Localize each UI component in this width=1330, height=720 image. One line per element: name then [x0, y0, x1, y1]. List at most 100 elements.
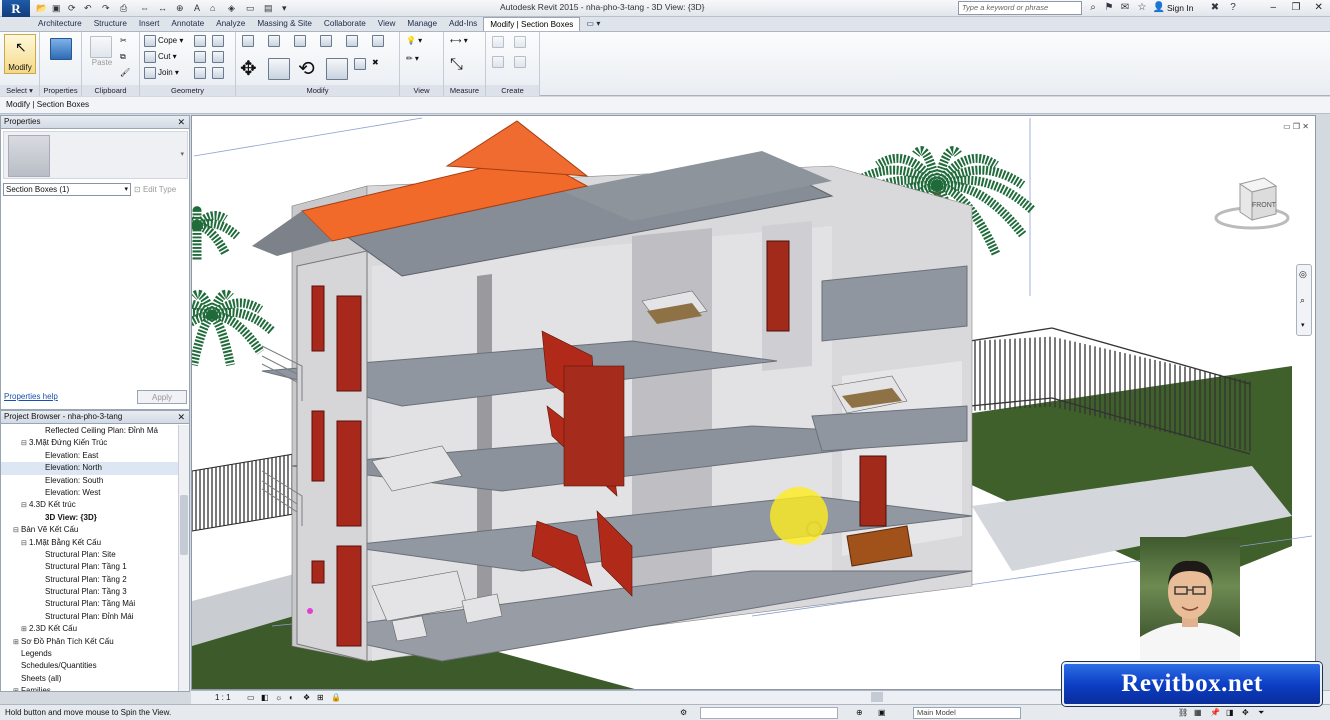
create-parts-icon[interactable]	[514, 36, 528, 48]
expand-icon[interactable]: ⊞	[21, 624, 29, 636]
search-input[interactable]: Type a keyword or phrase	[958, 1, 1082, 15]
qat-dropdown-icon[interactable]: ▾	[282, 2, 287, 14]
override-graphics-icon[interactable]: ✏ ▾	[406, 54, 419, 63]
create-group-icon[interactable]	[492, 56, 506, 68]
hide-in-view-icon[interactable]: 💡 ▾	[406, 36, 422, 45]
browser-item[interactable]: Elevation: North	[1, 462, 179, 475]
tab-modify-section-boxes[interactable]: Modify | Section Boxes	[483, 17, 581, 31]
mirror-draw-icon[interactable]	[320, 35, 334, 47]
browser-item[interactable]: Schedules/Quantities	[1, 660, 179, 672]
browser-item[interactable]: Reflected Ceiling Plan: Đỉnh Má	[1, 425, 179, 437]
beam-join-icon[interactable]	[194, 67, 208, 79]
favorites-icon[interactable]: ☆	[1135, 1, 1149, 15]
browser-item[interactable]: Structural Plan: Đỉnh Mái	[1, 611, 179, 623]
tab-view[interactable]: View	[372, 17, 402, 31]
steering-wheel-icon[interactable]: ◎	[1299, 269, 1307, 280]
dimension-icon[interactable]: ⤡	[450, 56, 463, 74]
detail-level-icon[interactable]: ▭	[247, 691, 255, 704]
redo-icon[interactable]: ↷	[102, 2, 110, 14]
align-icon[interactable]	[242, 35, 256, 47]
cut-clipboard-icon[interactable]: ✂	[120, 36, 127, 45]
browser-item[interactable]: Structural Plan: Tầng 1	[1, 561, 179, 573]
close-icon[interactable]: ✕	[1307, 0, 1330, 17]
type-dropdown-icon[interactable]: ▾	[180, 150, 184, 158]
browser-item[interactable]: ⊟ Bản Vẽ Kết Cấu	[1, 524, 179, 536]
dimension-qat-icon[interactable]: ↔	[158, 2, 167, 14]
close-icon[interactable]: ✕	[177, 116, 185, 128]
browser-item[interactable]: Structural Plan: Tầng 2	[1, 574, 179, 586]
close-hidden-icon[interactable]: ▭	[246, 2, 255, 14]
default-3d-icon[interactable]: ⌂	[210, 2, 215, 14]
offset-icon[interactable]	[268, 35, 282, 47]
browser-item[interactable]: Elevation: East	[1, 450, 179, 462]
browser-item[interactable]: Structural Plan: Tầng Mái	[1, 598, 179, 610]
user-icon[interactable]: 👤	[1152, 1, 1166, 15]
browser-item[interactable]: ⊟ 4.3D Kết trúc	[1, 499, 179, 511]
undo-icon[interactable]: ↶	[84, 2, 92, 14]
browser-item[interactable]: Legends	[1, 648, 179, 660]
properties-help-link[interactable]: Properties help	[4, 392, 58, 401]
tag-qat-icon[interactable]: ⊕	[176, 2, 184, 14]
remove-paint-icon[interactable]	[212, 67, 226, 79]
tab-analyze[interactable]: Analyze	[210, 17, 251, 31]
lock-view-icon[interactable]: 🔒	[331, 691, 341, 704]
delete-icon[interactable]: ✖	[372, 58, 379, 67]
render-icon[interactable]: ❖	[303, 691, 310, 704]
copy-clipboard-icon[interactable]: ⧉	[120, 52, 126, 62]
wall-joins-icon[interactable]	[194, 51, 208, 63]
select-underlay-icon[interactable]: ▦	[1194, 705, 1202, 720]
collapse-icon[interactable]: ⊟	[21, 438, 29, 450]
cope-button[interactable]: Cope ▾	[144, 35, 183, 47]
tab-architecture[interactable]: Architecture	[32, 17, 88, 31]
measure-qat-icon[interactable]: ⇔	[140, 2, 149, 14]
exchange-icon[interactable]: ✖	[1208, 1, 1222, 15]
scroll-thumb[interactable]	[180, 495, 188, 555]
join-button[interactable]: Join ▾	[144, 67, 179, 79]
browser-item[interactable]: ⊞ 2.3D Kết Cấu	[1, 623, 179, 635]
crop-view-icon[interactable]: ⊞	[317, 691, 324, 704]
select-links-icon[interactable]: ⛓	[1178, 705, 1188, 720]
expand-icon[interactable]: ⊞	[13, 686, 21, 691]
sync-icon[interactable]: ⟳	[68, 2, 76, 14]
zoom-icon[interactable]: ⌕	[1300, 295, 1305, 306]
select-pinned-icon[interactable]: 📌	[1210, 705, 1220, 720]
browser-item[interactable]: ⊞ Families	[1, 685, 179, 691]
array-icon[interactable]	[354, 58, 368, 70]
print-icon[interactable]: ⎙	[120, 2, 127, 14]
tab-add-ins[interactable]: Add-Ins	[443, 17, 483, 31]
text-qat-icon[interactable]: A	[194, 2, 200, 14]
browser-item[interactable]: Elevation: West	[1, 487, 179, 499]
drag-elements-icon[interactable]: ✥	[1242, 705, 1249, 720]
maximize-icon[interactable]: ❐	[1285, 0, 1308, 17]
copy-icon[interactable]	[268, 58, 292, 80]
shadows-icon[interactable]: ◐	[289, 691, 294, 704]
create-similar-icon[interactable]	[514, 56, 528, 68]
split-face-icon[interactable]	[194, 35, 208, 47]
apply-button[interactable]: Apply	[137, 390, 187, 404]
switch-windows-icon[interactable]: ▤	[264, 2, 273, 14]
trim-icon[interactable]	[326, 58, 350, 80]
rotate-icon[interactable]: ⟲	[298, 56, 315, 81]
view-scale[interactable]: 1 : 1	[215, 691, 231, 704]
viewcube[interactable]: FRONT	[1212, 176, 1292, 236]
browser-item[interactable]: Structural Plan: Tầng 3	[1, 586, 179, 598]
minimize-icon[interactable]: –	[1262, 0, 1285, 17]
design-options-icon[interactable]: ⊕	[856, 705, 863, 720]
cut-geometry-button[interactable]: Cut ▾	[144, 51, 177, 63]
editable-only-icon[interactable]: ▣	[878, 705, 886, 720]
select-by-face-icon[interactable]: ◨	[1226, 705, 1234, 720]
section-qat-icon[interactable]: ◈	[228, 2, 235, 14]
close-icon[interactable]: ✕	[177, 411, 185, 423]
visual-style-icon[interactable]: ◧	[261, 691, 269, 704]
workset-selector[interactable]	[700, 707, 838, 719]
app-menu-button[interactable]: R	[2, 0, 30, 17]
collapse-icon[interactable]: ⊟	[21, 538, 29, 550]
tab-manage[interactable]: Manage	[401, 17, 443, 31]
tab-massing-site[interactable]: Massing & Site	[251, 17, 318, 31]
paint-icon[interactable]	[212, 35, 226, 47]
mirror-axis-icon[interactable]	[294, 35, 308, 47]
modify-button[interactable]: ↖ Modify	[4, 34, 36, 74]
collapse-icon[interactable]: ⊟	[13, 525, 21, 537]
sign-in-button[interactable]: Sign In	[1167, 3, 1193, 13]
split-icon[interactable]	[346, 35, 360, 47]
